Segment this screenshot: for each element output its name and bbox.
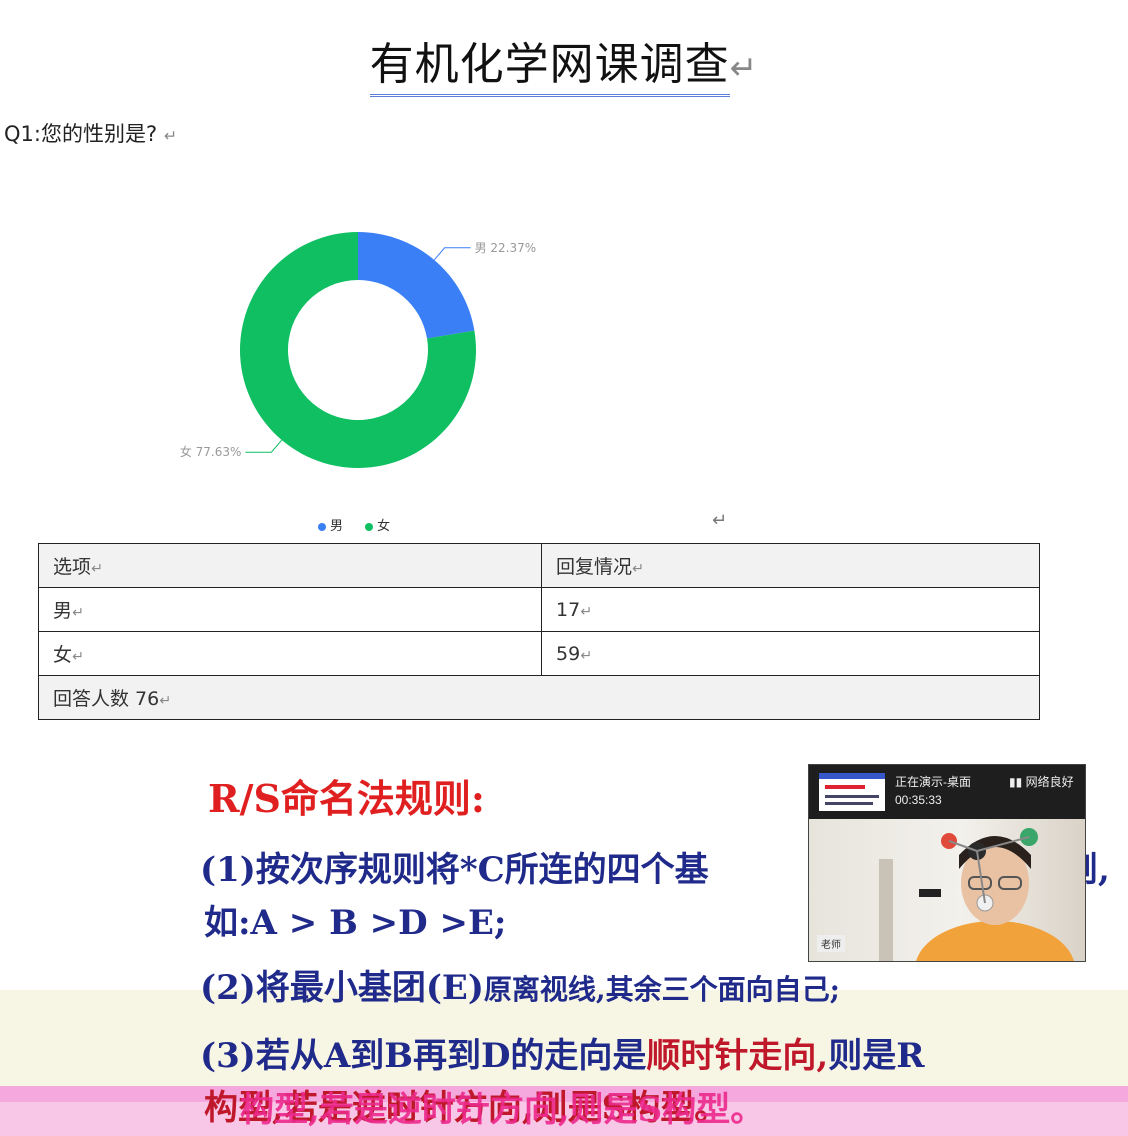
table-cell: 女↵	[38, 631, 542, 676]
results-table: 选项↵ 回复情况↵ 男↵ 17↵ 女↵ 59↵ 回答人数 76↵	[38, 543, 1040, 720]
donut-slices	[240, 232, 476, 468]
donut-slice-label: 男 22.37%	[475, 241, 537, 255]
presenting-status-label: 正在演示-桌面	[895, 775, 971, 789]
presenting-timer: 00:35:33	[895, 793, 942, 807]
legend-label-female: 女	[377, 519, 391, 534]
presenting-status: 正在演示-桌面 00:35:33	[895, 773, 971, 809]
table-row: 女↵ 59↵	[38, 631, 1040, 676]
document-title: 有机化学网课调查↵	[0, 28, 1128, 97]
slide-overlay-ghost-text: 构型,若是逆时针方向,则是S构型。	[240, 1090, 765, 1130]
slide-rule-1-example: 如:A > B >D >E;	[204, 903, 507, 943]
donut-leader-line	[433, 247, 471, 261]
slide-rule-2: (2)将最小基团(E)原离视线,其余三个面向自己;	[200, 960, 840, 1009]
slide-rule-3-red: 顺时针走向,	[646, 1036, 829, 1076]
legend-item-female: 女	[365, 519, 390, 534]
donut-leader-line	[245, 439, 283, 453]
network-status: ▮▮ 网络良好	[1009, 773, 1074, 790]
table-cell: 男↵	[38, 587, 542, 632]
slide-rule-1: (1)按次序规则将*C所连的四个基	[200, 850, 709, 890]
presenter-illustration	[879, 828, 1074, 961]
table-footer-row: 回答人数 76↵	[38, 675, 1040, 720]
slide-rule-3-a: (3)若从A到B再到D的走向是	[200, 1036, 647, 1076]
presenter-name-tag: 老师	[817, 935, 845, 952]
table-cell: 59↵	[541, 631, 1040, 676]
presenter-video-window[interactable]: 正在演示-桌面 00:35:33 ▮▮ 网络良好 老师	[808, 764, 1086, 962]
gender-donut-chart: 男 22.37% 女 77.63%	[180, 232, 537, 468]
table-header-cell: 回复情况↵	[541, 543, 1040, 588]
question-text: Q1:您的性别是?	[4, 122, 158, 146]
return-mark: ↵	[163, 126, 178, 145]
slide-title: R/S命名法规则:	[208, 776, 485, 821]
legend-label-male: 男	[330, 519, 344, 534]
legend-dot-male	[318, 522, 326, 531]
table-cell: 17↵	[541, 587, 1040, 632]
legend-dot-female	[365, 522, 374, 531]
slide-rule-3-b: 则是R	[828, 1036, 925, 1076]
document-title-text: 有机化学网课调查	[369, 28, 730, 97]
table-header-row: 选项↵ 回复情况↵	[38, 543, 1040, 588]
legend-item-male: 男	[318, 519, 343, 534]
donut-slice-label: 女 77.63%	[180, 444, 242, 459]
signal-icon: ▮▮	[1009, 775, 1023, 789]
table-row: 男↵ 17↵	[38, 587, 1040, 632]
slide-rule-2-b: 原离视线,其余三个面向自己;	[483, 973, 841, 1006]
presenter-camera-feed	[809, 819, 1085, 961]
question-label: Q1:您的性别是? ↵	[4, 118, 177, 148]
table-header-cell: 选项↵	[38, 543, 542, 588]
slide-rule-2-a: (2)将最小基团(E)	[200, 968, 484, 1008]
return-mark: ↵	[712, 510, 728, 531]
return-mark: ↵	[729, 48, 759, 87]
slide-rule-3: (3)若从A到B再到D的走向是顺时针走向,则是R	[200, 1028, 925, 1077]
screen-share-thumbnail[interactable]	[819, 773, 885, 811]
table-footer-cell: 回答人数 76↵	[38, 675, 1040, 720]
network-status-text: 网络良好	[1025, 775, 1074, 789]
chart-legend: 男 女	[318, 515, 408, 534]
